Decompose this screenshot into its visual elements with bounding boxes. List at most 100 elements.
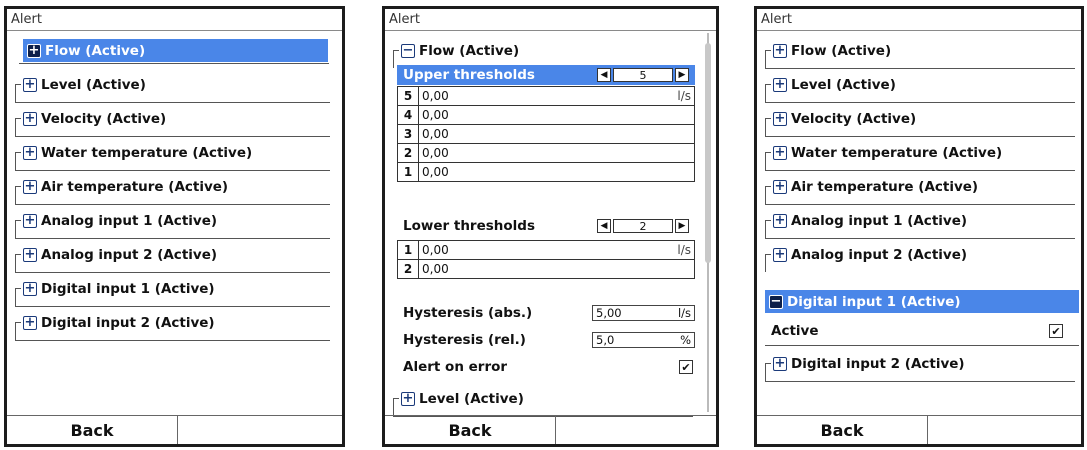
menu-item-air-temperature[interactable]: + Air temperature (Active) — [765, 175, 1075, 205]
hysteresis-rel-label: Hysteresis (rel.) — [403, 332, 526, 348]
plus-icon: + — [23, 111, 37, 126]
menu-item-flow[interactable]: + Flow (Active) — [765, 39, 1075, 69]
active-row[interactable]: Active — [769, 321, 1074, 341]
menu-item-label: Level (Active) — [419, 390, 524, 407]
plus-icon: + — [773, 179, 787, 194]
screen-title: Alert — [761, 12, 792, 27]
table-row[interactable]: 1 0,00 l/s — [398, 241, 694, 260]
menu-item-digital-input-1[interactable]: − Digital input 1 (Active) — [765, 290, 1079, 313]
plus-icon: + — [27, 43, 41, 58]
upper-thresholds-row[interactable]: Upper thresholds ◀ 5 ▶ — [397, 65, 695, 85]
upper-thresholds-label: Upper thresholds — [403, 67, 535, 83]
menu-item-level[interactable]: + Level (Active) — [15, 73, 330, 103]
menu-item-label: Analog input 1 (Active) — [791, 212, 968, 229]
menu-item-water-temperature[interactable]: + Water temperature (Active) — [15, 141, 330, 171]
hysteresis-rel-field[interactable]: 5,0 % — [592, 332, 695, 348]
minus-icon: − — [401, 43, 415, 58]
hysteresis-abs-label: Hysteresis (abs.) — [403, 305, 533, 321]
menu-item-water-temperature[interactable]: + Water temperature (Active) — [765, 141, 1075, 171]
plus-icon: + — [401, 391, 415, 406]
alert-on-error-row[interactable]: Alert on error — [397, 357, 695, 377]
screen-title: Alert — [11, 12, 42, 27]
menu-item-label: Water temperature (Active) — [41, 144, 253, 161]
menu-item-label: Digital input 2 (Active) — [791, 355, 965, 372]
menu-item-analog-input-2[interactable]: + Analog input 2 (Active) — [15, 243, 330, 273]
menu-item-velocity[interactable]: + Velocity (Active) — [15, 107, 330, 137]
menu-item-label: Digital input 1 (Active) — [41, 280, 215, 297]
menu-item-label: Velocity (Active) — [791, 110, 917, 127]
plus-icon: + — [773, 356, 787, 371]
plus-icon: + — [773, 43, 787, 58]
lower-thresholds-row[interactable]: Lower thresholds ◀ 2 ▶ — [397, 216, 695, 236]
table-row[interactable]: 5 0,00 l/s — [398, 87, 694, 106]
menu-item-air-temperature[interactable]: + Air temperature (Active) — [15, 175, 330, 205]
footer-bar: Back — [757, 415, 1081, 444]
menu-item-flow[interactable]: − Flow (Active) — [393, 39, 520, 68]
plus-icon: + — [773, 247, 787, 262]
menu-item-level[interactable]: + Level (Active) — [393, 387, 693, 417]
title-divider — [757, 30, 1081, 31]
plus-icon: + — [23, 77, 37, 92]
menu-item-analog-input-1[interactable]: + Analog input 1 (Active) — [15, 209, 330, 239]
plus-icon: + — [773, 213, 787, 228]
footer-bar: Back — [7, 415, 342, 444]
menu-item-label: Flow (Active) — [45, 42, 146, 59]
alert-screen-collapsed: Alert + Flow (Active) + Level (Active) +… — [4, 6, 345, 447]
menu-item-analog-input-2[interactable]: + Analog input 2 (Active) — [765, 243, 968, 272]
menu-item-label: Analog input 1 (Active) — [41, 212, 218, 229]
lower-thresholds-count: 2 — [613, 219, 673, 233]
back-button[interactable]: Back — [7, 416, 178, 444]
menu-item-label: Flow (Active) — [419, 42, 520, 59]
active-checkbox[interactable]: ✔ — [1049, 324, 1063, 338]
upper-thresholds-count: 5 — [613, 68, 673, 82]
table-row[interactable]: 2 0,00 — [398, 260, 694, 278]
title-divider — [385, 30, 716, 31]
plus-icon: + — [773, 111, 787, 126]
active-label: Active — [771, 323, 819, 339]
screen-title: Alert — [389, 12, 420, 27]
arrow-right-icon[interactable]: ▶ — [675, 219, 689, 233]
alert-on-error-label: Alert on error — [403, 359, 508, 375]
menu-item-velocity[interactable]: + Velocity (Active) — [765, 107, 1075, 137]
arrow-right-icon[interactable]: ▶ — [675, 68, 689, 82]
menu-item-label: Digital input 2 (Active) — [41, 314, 215, 331]
scrollbar-thumb[interactable] — [705, 43, 711, 263]
lower-thresholds-stepper[interactable]: ◀ 2 ▶ — [597, 218, 689, 234]
menu-item-label: Air temperature (Active) — [791, 178, 979, 195]
table-row[interactable]: 2 0,00 — [398, 144, 694, 163]
table-row[interactable]: 4 0,00 — [398, 106, 694, 125]
plus-icon: + — [23, 213, 37, 228]
menu-item-label: Air temperature (Active) — [41, 178, 229, 195]
table-row[interactable]: 3 0,00 — [398, 125, 694, 144]
minus-icon: − — [769, 294, 783, 309]
menu-item-label: Digital input 1 (Active) — [787, 293, 961, 310]
menu-item-digital-input-2[interactable]: + Digital input 2 (Active) — [765, 352, 1075, 382]
menu-item-flow[interactable]: + Flow (Active) — [23, 39, 328, 62]
plus-icon: + — [773, 77, 787, 92]
alert-screen-flow-expanded: Alert − Flow (Active) Upper thresholds ◀… — [382, 6, 719, 447]
hysteresis-abs-field[interactable]: 5,00 l/s — [592, 305, 695, 321]
plus-icon: + — [773, 145, 787, 160]
menu-item-label: Velocity (Active) — [41, 110, 167, 127]
back-button[interactable]: Back — [757, 416, 928, 444]
menu-item-label: Analog input 2 (Active) — [791, 246, 968, 263]
menu-item-analog-input-1[interactable]: + Analog input 1 (Active) — [765, 209, 1075, 239]
plus-icon: + — [23, 145, 37, 160]
menu-item-digital-input-1[interactable]: + Digital input 1 (Active) — [15, 277, 330, 307]
title-divider — [7, 30, 342, 31]
footer-bar: Back — [385, 415, 716, 444]
menu-item-label: Flow (Active) — [791, 42, 892, 59]
alert-on-error-checkbox[interactable]: ✔ — [679, 360, 693, 374]
scrollbar[interactable] — [704, 33, 712, 412]
alert-screen-digital-expanded: Alert + Flow (Active) + Level (Active) +… — [754, 6, 1084, 447]
menu-item-label: Analog input 2 (Active) — [41, 246, 218, 263]
menu-item-label: Level (Active) — [41, 76, 146, 93]
menu-item-level[interactable]: + Level (Active) — [765, 73, 1075, 103]
arrow-left-icon[interactable]: ◀ — [597, 68, 611, 82]
lower-thresholds-table: 1 0,00 l/s 2 0,00 — [397, 240, 695, 279]
menu-item-digital-input-2[interactable]: + Digital input 2 (Active) — [15, 311, 330, 341]
back-button[interactable]: Back — [385, 416, 556, 444]
arrow-left-icon[interactable]: ◀ — [597, 219, 611, 233]
upper-thresholds-stepper[interactable]: ◀ 5 ▶ — [597, 67, 689, 83]
table-row[interactable]: 1 0,00 — [398, 163, 694, 181]
